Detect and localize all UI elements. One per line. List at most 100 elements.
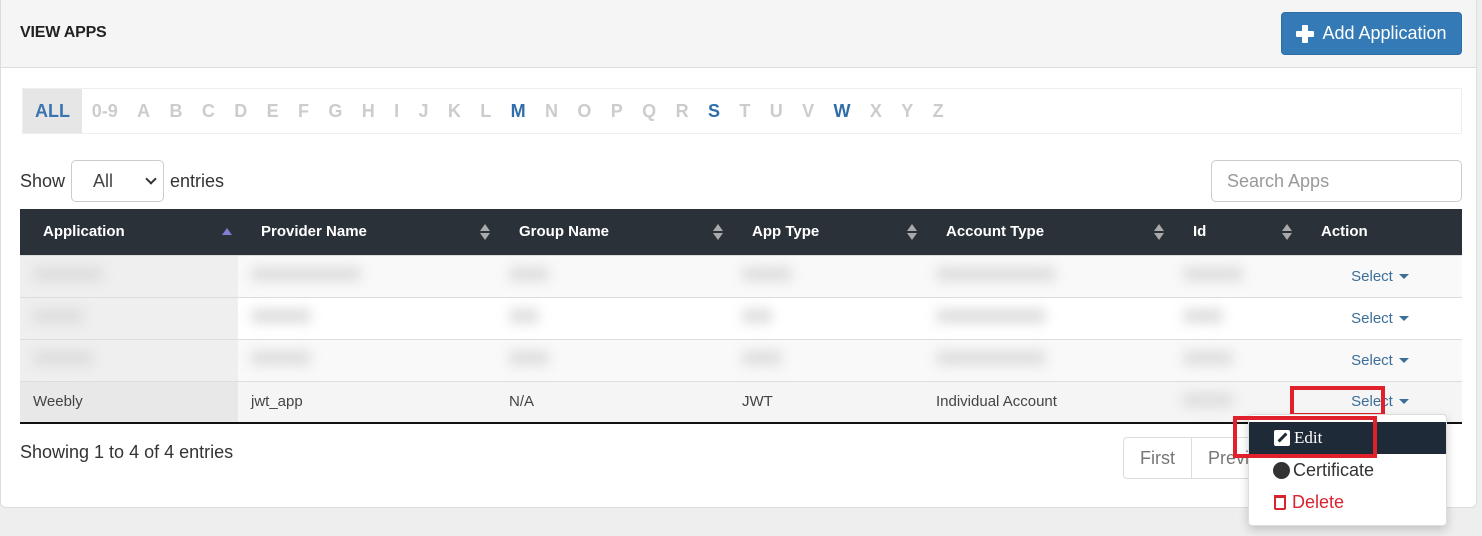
caret-down-icon (1398, 315, 1409, 321)
alpha-filter-z[interactable]: Z (923, 89, 953, 133)
add-application-button[interactable]: Add Application (1281, 12, 1462, 55)
alpha-filter-y[interactable]: Y (892, 89, 923, 133)
alpha-filter-all[interactable]: ALL (23, 89, 82, 133)
alpha-filter-q[interactable]: Q (632, 89, 665, 133)
menu-item-certificate[interactable]: Certificate (1249, 454, 1446, 486)
alpha-filter-m[interactable]: M (501, 89, 535, 133)
cell-group (496, 339, 729, 381)
menu-item-delete[interactable]: Delete (1249, 486, 1446, 518)
alpha-filter-j[interactable]: J (409, 89, 438, 133)
cell-provider (238, 255, 496, 297)
alpha-filter-p[interactable]: P (601, 89, 632, 133)
sort-icon (1154, 223, 1164, 240)
table-header-row: Application Provider Name Group Name App… (20, 209, 1462, 255)
alpha-filter-h[interactable]: H (352, 89, 384, 133)
alpha-filter-e[interactable]: E (257, 89, 288, 133)
action-select-dropdown[interactable]: Select (1351, 352, 1409, 369)
redacted-value (936, 309, 1046, 323)
sort-icon (480, 223, 490, 240)
alpha-filter-o[interactable]: O (568, 89, 601, 133)
caret-down-icon (1398, 357, 1409, 363)
sort-asc-icon (222, 224, 232, 240)
alpha-filter-x[interactable]: X (860, 89, 891, 133)
sort-icon (907, 223, 917, 240)
redacted-value (1183, 392, 1233, 407)
entries-select[interactable]: All (71, 160, 165, 202)
column-header-provider-name[interactable]: Provider Name (238, 209, 496, 255)
alphabet-filter: ALL 0-9 A B C D E F G H I J K L M N O P Q R S T U V W X Y Z (22, 88, 1462, 134)
redacted-value (1183, 267, 1243, 281)
cell-action: Select (1298, 297, 1462, 339)
cell-provider: jwt_app (251, 393, 303, 411)
redacted-value (33, 351, 93, 365)
redacted-value (936, 267, 1056, 281)
cell-group (496, 297, 729, 339)
redacted-value (742, 309, 772, 323)
column-header-app-type[interactable]: App Type (729, 209, 923, 255)
cell-id (1170, 339, 1298, 381)
redacted-value (33, 267, 103, 281)
redacted-value (742, 351, 782, 365)
table-row: Select (20, 297, 1462, 339)
cell-app-type: JWT (742, 393, 773, 411)
redacted-value (509, 351, 549, 365)
alpha-filter-d[interactable]: D (225, 89, 257, 133)
redacted-value (509, 309, 539, 323)
column-header-group-name[interactable]: Group Name (496, 209, 729, 255)
alpha-filter-r[interactable]: R (666, 89, 698, 133)
alpha-filter-s[interactable]: S (698, 89, 729, 133)
show-label: Show (20, 170, 66, 191)
action-select-dropdown[interactable]: Select (1351, 310, 1409, 327)
alpha-filter-w[interactable]: W (824, 89, 860, 133)
alpha-filter-g[interactable]: G (319, 89, 352, 133)
cell-account-type (923, 255, 1170, 297)
alpha-filter-a[interactable]: A (127, 89, 159, 133)
alpha-filter-v[interactable]: V (792, 89, 823, 133)
entries-select-value: All (93, 170, 114, 191)
alpha-filter-t[interactable]: T (730, 89, 760, 133)
redacted-value (251, 267, 361, 281)
cell-group (496, 255, 729, 297)
alpha-filter-f[interactable]: F (288, 89, 318, 133)
alpha-filter-c[interactable]: C (192, 89, 224, 133)
cell-app-type (729, 297, 923, 339)
apps-table: Application Provider Name Group Name App… (20, 209, 1462, 424)
length-control: Show All entries (20, 160, 224, 202)
column-header-action: Action (1321, 223, 1368, 241)
cell-application (20, 339, 238, 381)
chevron-down-icon (145, 173, 157, 185)
alpha-filter-n[interactable]: N (535, 89, 567, 133)
cell-id (1170, 297, 1298, 339)
cell-application: Weebly (20, 381, 238, 423)
sort-icon (713, 223, 723, 240)
cell-account-type (923, 339, 1170, 381)
cell-account-type (923, 297, 1170, 339)
cell-id (1170, 255, 1298, 297)
panel-header: VIEW APPS Add Application (1, 0, 1476, 68)
action-select-dropdown[interactable]: Select (1351, 393, 1409, 410)
pagination-first[interactable]: First (1124, 438, 1192, 478)
alpha-filter-b[interactable]: B (160, 89, 192, 133)
cell-application (20, 255, 238, 297)
plus-icon (1296, 24, 1315, 43)
column-header-application[interactable]: Application (20, 209, 238, 255)
action-select-dropdown[interactable]: Select (1351, 268, 1409, 285)
cell-account-type: Individual Account (936, 393, 1057, 411)
table-info: Showing 1 to 4 of 4 entries (20, 442, 234, 462)
alpha-filter-i[interactable]: I (384, 89, 408, 133)
redacted-value (1183, 309, 1223, 323)
redacted-value (509, 267, 549, 281)
alpha-filter-u[interactable]: U (760, 89, 792, 133)
alpha-filter-0-9[interactable]: 0-9 (82, 89, 127, 133)
cell-app-type (729, 339, 923, 381)
column-header-id[interactable]: Id (1170, 209, 1298, 255)
redacted-value (742, 267, 792, 281)
alpha-filter-l[interactable]: L (471, 89, 501, 133)
column-header-account-type[interactable]: Account Type (923, 209, 1170, 255)
menu-item-edit[interactable]: Edit (1249, 422, 1446, 454)
alpha-filter-k[interactable]: K (438, 89, 470, 133)
table-row: Select (20, 339, 1462, 381)
cell-action: Select (1298, 339, 1462, 381)
cell-group: N/A (509, 393, 535, 411)
search-apps-input[interactable] (1211, 160, 1462, 202)
